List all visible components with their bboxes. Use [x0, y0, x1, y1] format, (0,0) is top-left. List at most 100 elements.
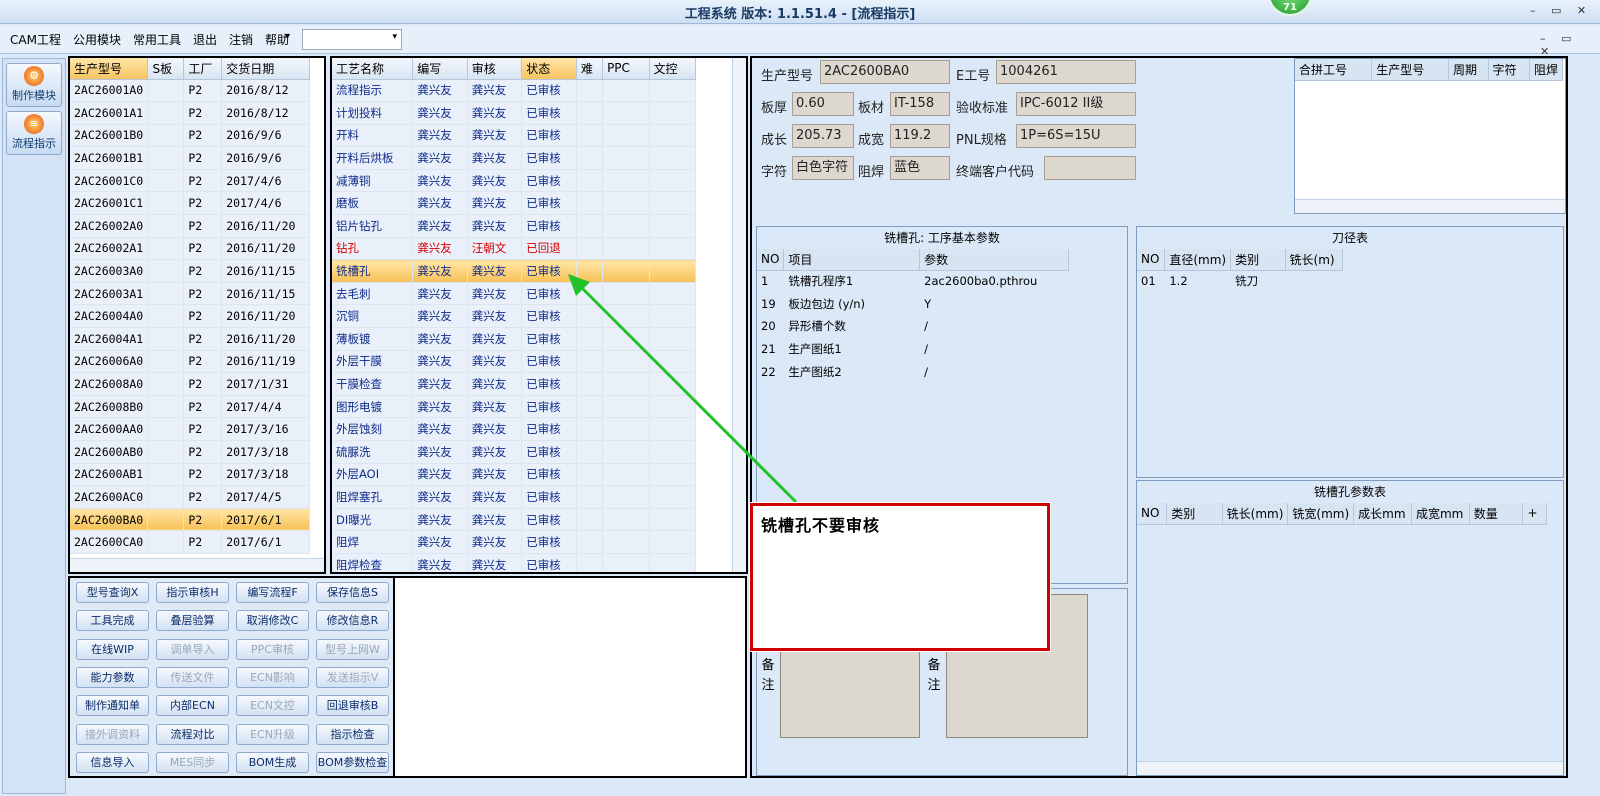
chevron-down-icon[interactable]: ▾ [285, 31, 290, 42]
action-button[interactable]: 型号上网W [316, 638, 389, 660]
action-button[interactable]: MES同步 [156, 751, 229, 773]
action-button[interactable]: 型号查询X [76, 582, 149, 603]
notes-panel[interactable] [395, 576, 747, 778]
thickness-field[interactable]: 0.60 [792, 92, 854, 116]
column-header[interactable]: 工厂 [183, 58, 223, 80]
merge-table[interactable]: 合拼工号 生产型号 周期 字符 阻焊 [1294, 58, 1566, 214]
menu-item[interactable]: 退出 [187, 26, 223, 54]
action-button[interactable]: 指示检查 [316, 723, 389, 745]
action-button[interactable]: 在线WIP [76, 638, 149, 660]
action-button[interactable]: 流程对比 [156, 723, 229, 745]
width-field[interactable]: 119.2 [890, 124, 950, 148]
pnl-field[interactable]: 1P=6S=15U [1016, 124, 1136, 148]
menu-item[interactable]: 注销 [223, 26, 259, 54]
table-row[interactable]: 01 1.2 铣刀 [1137, 270, 1344, 294]
table-row[interactable]: 磨板 龚兴友 龚兴友 已审核 [332, 191, 696, 216]
column-header[interactable]: 周期 [1448, 59, 1489, 81]
table-row[interactable]: 2AC26002A1 P2 2016/11/20 [70, 237, 310, 261]
e-number-field[interactable]: 1004261 [996, 60, 1136, 84]
window-controls[interactable]: – ▭ ✕ [1530, 4, 1592, 17]
action-button[interactable]: 信息导入 [76, 751, 149, 773]
column-header[interactable]: 直径(mm) [1164, 249, 1232, 271]
table-row[interactable]: 2AC2600AB0 P2 2017/3/18 [70, 440, 310, 464]
table-row[interactable]: 钻孔 龚兴友 汪朝文 已回退 [332, 237, 696, 261]
table-row[interactable]: 2AC26008B0 P2 2017/4/4 [70, 395, 310, 419]
column-header[interactable]: 阻焊 [1529, 59, 1564, 81]
table-row[interactable]: 2AC2600BA0 P2 2017/6/1 [70, 508, 310, 532]
table-row[interactable]: 2AC26001A0 P2 2016/8/12 [70, 79, 310, 103]
action-button[interactable]: ECN升级 [236, 723, 309, 745]
column-header[interactable]: 审核 [467, 58, 523, 80]
action-button[interactable]: 指示审核H [156, 582, 229, 603]
column-header[interactable]: S板 [147, 58, 185, 80]
table-row[interactable]: DI曝光 龚兴友 龚兴友 已审核 [332, 508, 696, 532]
column-header[interactable]: 铣长(mm) [1222, 503, 1289, 525]
action-button[interactable]: 能力参数 [76, 666, 149, 688]
column-header[interactable]: 类别 [1166, 503, 1223, 525]
length-field[interactable]: 205.73 [792, 124, 854, 148]
action-button[interactable]: 调单导入 [156, 638, 229, 660]
column-header[interactable]: 成长mm [1353, 503, 1412, 525]
column-header[interactable]: NO [1137, 503, 1168, 525]
table-row[interactable]: 2AC26001C0 P2 2017/4/6 [70, 169, 310, 193]
customer-code-field[interactable] [1044, 156, 1136, 180]
action-button[interactable]: PPC审核 [236, 638, 309, 660]
table-row[interactable]: 2AC26003A1 P2 2016/11/15 [70, 282, 310, 306]
action-button[interactable]: 接外调资料 [76, 723, 149, 745]
table-row[interactable]: 2AC26001A1 P2 2016/8/12 [70, 101, 310, 125]
table-row[interactable]: 铝片钻孔 龚兴友 龚兴友 已审核 [332, 214, 696, 238]
table-row[interactable]: 2AC26001B1 P2 2016/9/6 [70, 146, 310, 170]
action-button[interactable]: BOM参数检查 [316, 751, 389, 773]
column-header[interactable]: 难 [576, 58, 604, 80]
model-grid[interactable]: 生产型号 S板 工厂 交货日期 2AC26001A0 P2 2016/8/12 2AC2600… [68, 56, 326, 574]
column-header[interactable]: 项目 [783, 249, 921, 271]
action-button[interactable]: 传送文件 [156, 666, 229, 688]
table-row[interactable]: 阻焊检查 龚兴友 龚兴友 已审核 [332, 553, 696, 572]
table-row[interactable]: 2AC2600AA0 P2 2017/3/16 [70, 417, 310, 441]
table-row[interactable]: 2AC2600CA0 P2 2017/6/1 [70, 530, 310, 554]
action-button[interactable]: 叠层验算 [156, 610, 229, 632]
table-row[interactable]: 减薄铜 龚兴友 龚兴友 已审核 [332, 169, 696, 193]
column-header[interactable]: 铣长(m) [1285, 249, 1344, 271]
action-button[interactable]: 修改信息R [316, 610, 389, 632]
action-button[interactable]: 编写流程F [236, 582, 309, 603]
table-row[interactable]: 计划投料 龚兴友 龚兴友 已审核 [332, 101, 696, 125]
menu-combo-box[interactable]: ▾ [302, 29, 402, 50]
mdi-window-controls[interactable]: – ▭ ✕ [1540, 32, 1600, 58]
action-button[interactable]: ECN文控 [236, 695, 309, 717]
horizontal-scrollbar[interactable] [1137, 761, 1563, 775]
table-row[interactable]: 2AC2600AC0 P2 2017/4/5 [70, 485, 310, 509]
column-header[interactable]: 生产型号 [1371, 59, 1449, 81]
menu-item[interactable]: CAM工程 [4, 26, 67, 54]
column-header[interactable]: NO [757, 249, 785, 271]
material-field[interactable]: IT-158 [890, 92, 950, 116]
character-field[interactable]: 白色字符 [792, 156, 854, 180]
table-row[interactable]: 2AC26008A0 P2 2017/1/31 [70, 372, 310, 396]
table-row[interactable]: 开料 龚兴友 龚兴友 已审核 [332, 124, 696, 148]
table-row[interactable]: 阻焊 龚兴友 龚兴友 已审核 [332, 530, 696, 554]
column-header[interactable]: 成宽mm [1411, 503, 1470, 525]
column-header[interactable]: 铣宽(mm) [1287, 503, 1355, 525]
column-header[interactable]: + [1522, 503, 1547, 525]
solder-mask-field[interactable]: 蓝色 [890, 156, 950, 180]
action-button[interactable]: 制作通知单 [76, 695, 149, 717]
rail-button-flow[interactable]: ≡ 流程指示 [6, 111, 62, 155]
action-button[interactable]: 内部ECN [156, 695, 229, 717]
column-header[interactable]: 状态 [521, 58, 577, 80]
menu-item[interactable]: 公用模块 [67, 26, 127, 54]
column-header[interactable]: 参数 [919, 249, 1069, 271]
action-button[interactable]: 保存信息S [316, 582, 389, 603]
column-header[interactable]: 工艺名称 [332, 58, 414, 80]
rail-button-production[interactable]: ⚙ 制作模块 [6, 63, 62, 107]
table-row[interactable]: 2AC26002A0 P2 2016/11/20 [70, 214, 310, 238]
column-header[interactable]: NO [1137, 249, 1166, 271]
table-row[interactable]: 2AC26004A1 P2 2016/11/20 [70, 327, 310, 351]
column-header[interactable]: 交货日期 [221, 58, 310, 80]
standard-field[interactable]: IPC-6012 II级 [1016, 92, 1136, 116]
column-header[interactable]: 生产型号 [70, 58, 149, 80]
action-button[interactable]: BOM生成 [236, 751, 309, 773]
table-row[interactable]: 2AC2600AB1 P2 2017/3/18 [70, 463, 310, 487]
column-header[interactable]: PPC [602, 58, 650, 80]
table-row[interactable]: 2AC26001B0 P2 2016/9/6 [70, 124, 310, 148]
action-button[interactable]: ECN影响 [236, 666, 309, 688]
